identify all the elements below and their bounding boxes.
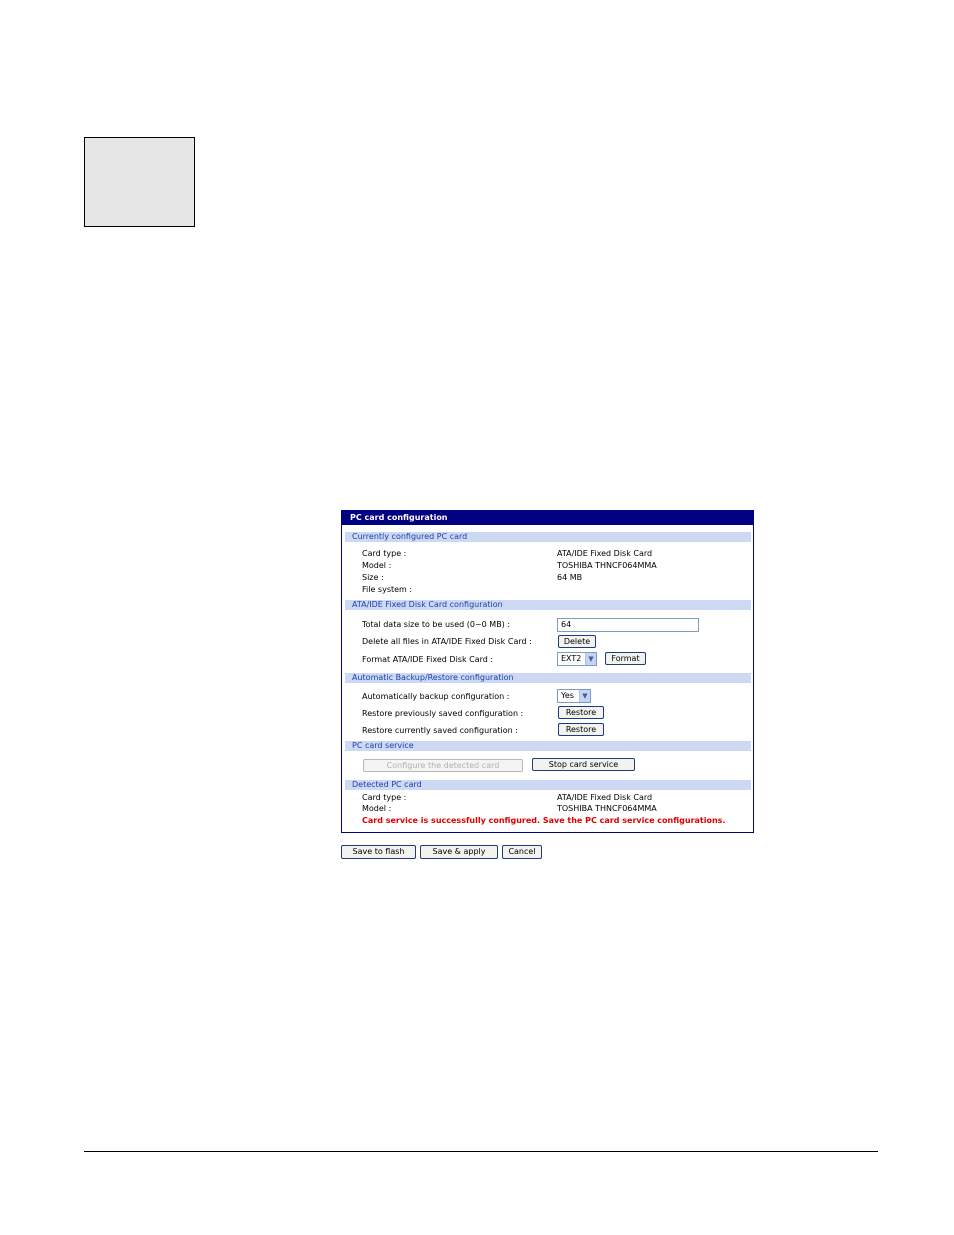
chevron-down-icon: ▼ xyxy=(579,690,590,702)
decorative-gray-box xyxy=(84,137,195,227)
configure-detected-card-button[interactable]: Configure the detected card xyxy=(363,759,523,772)
auto-backup-select[interactable]: Yes ▼ xyxy=(557,689,591,703)
save-and-apply-button[interactable]: Save & apply xyxy=(420,845,498,859)
service-status-message: Card service is successfully configured.… xyxy=(362,816,726,825)
section-backup-restore: Automatic Backup/Restore configuration xyxy=(345,673,751,683)
total-size-label: Total data size to be used (0~0 MB) : xyxy=(362,620,511,629)
delete-button[interactable]: Delete xyxy=(558,635,596,648)
cancel-button[interactable]: Cancel xyxy=(502,845,542,859)
format-type-value: EXT2 xyxy=(561,654,582,663)
current-model-label: Model : xyxy=(362,561,392,570)
current-card-type-value: ATA/IDE Fixed Disk Card xyxy=(557,549,653,558)
current-fs-label: File system : xyxy=(362,585,413,594)
current-model-value: TOSHIBA THNCF064MMA xyxy=(557,561,657,570)
detected-model-label: Model : xyxy=(362,804,392,813)
stop-card-service-button[interactable]: Stop card service xyxy=(532,758,635,771)
restore-previous-label: Restore previously saved configuration : xyxy=(362,709,524,718)
delete-files-label: Delete all files in ATA/IDE Fixed Disk C… xyxy=(362,637,532,646)
chevron-down-icon: ▼ xyxy=(585,653,596,665)
save-to-flash-button[interactable]: Save to flash xyxy=(341,845,416,859)
format-button[interactable]: Format xyxy=(605,652,646,665)
detected-model-value: TOSHIBA THNCF064MMA xyxy=(557,804,657,813)
restore-current-button[interactable]: Restore xyxy=(558,723,604,736)
pc-card-configuration-panel: PC card configuration Currently configur… xyxy=(341,510,754,833)
format-type-select[interactable]: EXT2 ▼ xyxy=(557,652,597,666)
current-size-value: 64 MB xyxy=(557,573,583,582)
auto-backup-value: Yes xyxy=(561,691,574,700)
restore-previous-button[interactable]: Restore xyxy=(558,706,604,719)
section-card-service: PC card service xyxy=(345,741,751,751)
detected-card-type-label: Card type : xyxy=(362,793,407,802)
auto-backup-label: Automatically backup configuration : xyxy=(362,692,510,701)
current-size-label: Size : xyxy=(362,573,384,582)
restore-current-label: Restore currently saved configuration : xyxy=(362,726,518,735)
section-current-card: Currently configured PC card xyxy=(345,532,751,542)
total-size-input[interactable]: 64 xyxy=(557,618,699,632)
format-card-label: Format ATA/IDE Fixed Disk Card : xyxy=(362,655,494,664)
footer-divider xyxy=(84,1151,878,1152)
detected-card-type-value: ATA/IDE Fixed Disk Card xyxy=(557,793,653,802)
panel-title: PC card configuration xyxy=(342,511,753,525)
section-ata-config: ATA/IDE Fixed Disk Card configuration xyxy=(345,600,751,610)
current-card-type-label: Card type : xyxy=(362,549,407,558)
section-detected-card: Detected PC card xyxy=(345,780,751,790)
